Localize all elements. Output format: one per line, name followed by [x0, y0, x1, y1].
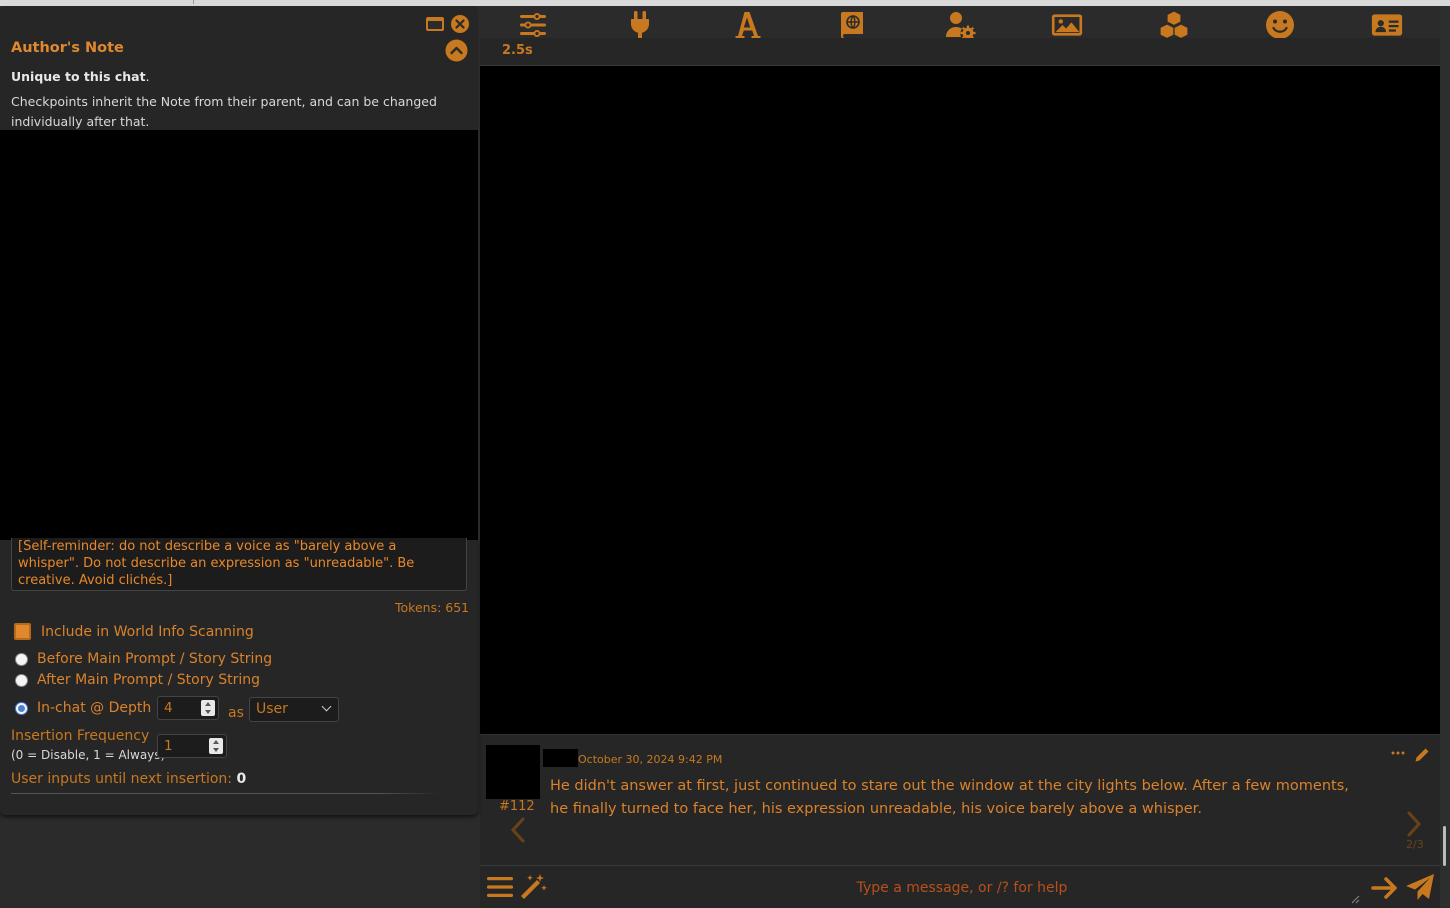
authors-note-textarea[interactable]: [Self-reminder: do not describe a voice … — [11, 538, 467, 591]
chevron-left-icon[interactable] — [506, 815, 530, 845]
chat-message: #112 October 30, 2024 9:42 PM He didn't … — [480, 734, 1440, 865]
frequency-stepper-icon[interactable] — [209, 738, 223, 754]
authors-note-obscured-area — [0, 130, 478, 540]
chevron-down-icon — [321, 701, 332, 712]
role-value: User — [256, 701, 288, 717]
smiley-icon[interactable] — [1263, 8, 1297, 42]
depth-input[interactable]: 4 — [157, 696, 219, 720]
chat-scrollbar[interactable] — [1440, 6, 1450, 907]
ellipsis-icon[interactable] — [1390, 745, 1406, 761]
divider — [11, 793, 441, 794]
message-text: He didn't answer at first, just continue… — [550, 778, 1349, 817]
in-chat-label: In-chat @ Depth — [37, 700, 152, 716]
depth-value: 4 — [164, 700, 173, 716]
cubes-icon[interactable] — [1157, 8, 1191, 42]
after-main-row[interactable]: After Main Prompt / Story String — [11, 672, 260, 688]
book-globe-icon[interactable] — [836, 8, 870, 42]
resize-handle-icon[interactable] — [1350, 894, 1360, 904]
generation-timer-bar: 2.5s — [480, 38, 1440, 66]
user-gear-icon[interactable] — [943, 8, 977, 42]
arrow-right-icon[interactable] — [1370, 873, 1400, 903]
include-wi-label: Include in World Info Scanning — [41, 623, 254, 640]
message-timestamp: October 30, 2024 9:42 PM — [578, 753, 723, 766]
menu-icon[interactable] — [486, 873, 514, 901]
swipe-counter: 2/3 — [1406, 838, 1424, 851]
after-main-radio[interactable] — [15, 673, 28, 687]
before-main-radio[interactable] — [15, 652, 28, 666]
unique-bold-text: Unique to this chat — [11, 69, 146, 84]
avatar[interactable] — [486, 745, 540, 799]
as-label: as — [228, 705, 244, 721]
authors-note-settings: [Self-reminder: do not describe a voice … — [0, 538, 478, 815]
chevron-up-icon[interactable] — [445, 39, 468, 62]
message-id: #112 — [499, 799, 535, 814]
magic-wand-icon[interactable] — [518, 872, 548, 902]
plug-icon[interactable] — [623, 8, 657, 42]
user-inputs-value: 0 — [236, 771, 247, 787]
scrollbar-thumb[interactable] — [1443, 826, 1446, 866]
user-inputs-until-insertion: User inputs until next insertion: 0 — [11, 771, 246, 787]
insertion-frequency-label: Insertion Frequency — [11, 728, 150, 744]
role-select[interactable]: User — [249, 697, 339, 722]
include-wi-row[interactable]: Include in World Info Scanning — [11, 623, 254, 640]
token-count: Tokens: 651 — [395, 600, 470, 615]
insertion-frequency-input[interactable]: 1 — [157, 734, 227, 758]
pencil-icon[interactable] — [1414, 747, 1430, 763]
unique-to-chat-label: Unique to this chat. — [11, 69, 150, 84]
checkpoint-description: Checkpoints inherit the Note from their … — [11, 94, 437, 129]
close-icon[interactable] — [450, 14, 470, 34]
window-pin-icon[interactable] — [425, 15, 445, 33]
insertion-frequency-value: 1 — [164, 738, 173, 754]
send-icon[interactable] — [1404, 872, 1436, 904]
user-inputs-label: User inputs until next insertion: — [11, 771, 233, 787]
font-icon[interactable] — [730, 8, 764, 42]
authors-note-title: Author's Note — [11, 40, 124, 56]
include-wi-checkbox[interactable] — [14, 623, 31, 640]
character-name — [543, 749, 578, 767]
before-main-row[interactable]: Before Main Prompt / Story String — [11, 651, 272, 667]
chevron-right-icon[interactable] — [1402, 809, 1426, 839]
in-chat-row[interactable]: In-chat @ Depth — [11, 700, 151, 716]
id-card-icon[interactable] — [1370, 8, 1404, 42]
before-main-label: Before Main Prompt / Story String — [37, 651, 273, 667]
sliders-icon[interactable] — [516, 8, 550, 42]
message-input[interactable] — [560, 870, 1364, 906]
depth-stepper-icon[interactable] — [201, 700, 215, 716]
input-bar — [480, 865, 1440, 908]
chat-background — [480, 66, 1440, 734]
in-chat-radio[interactable] — [15, 701, 28, 715]
after-main-label: After Main Prompt / Story String — [37, 672, 260, 688]
unique-suffix: . — [145, 69, 150, 84]
generation-timer: 2.5s — [502, 43, 533, 58]
image-icon[interactable] — [1050, 8, 1084, 42]
insertion-frequency-hint: (0 = Disable, 1 = Always) — [11, 748, 166, 762]
authors-note-panel: Author's Note Unique to this chat. Check… — [0, 6, 478, 130]
